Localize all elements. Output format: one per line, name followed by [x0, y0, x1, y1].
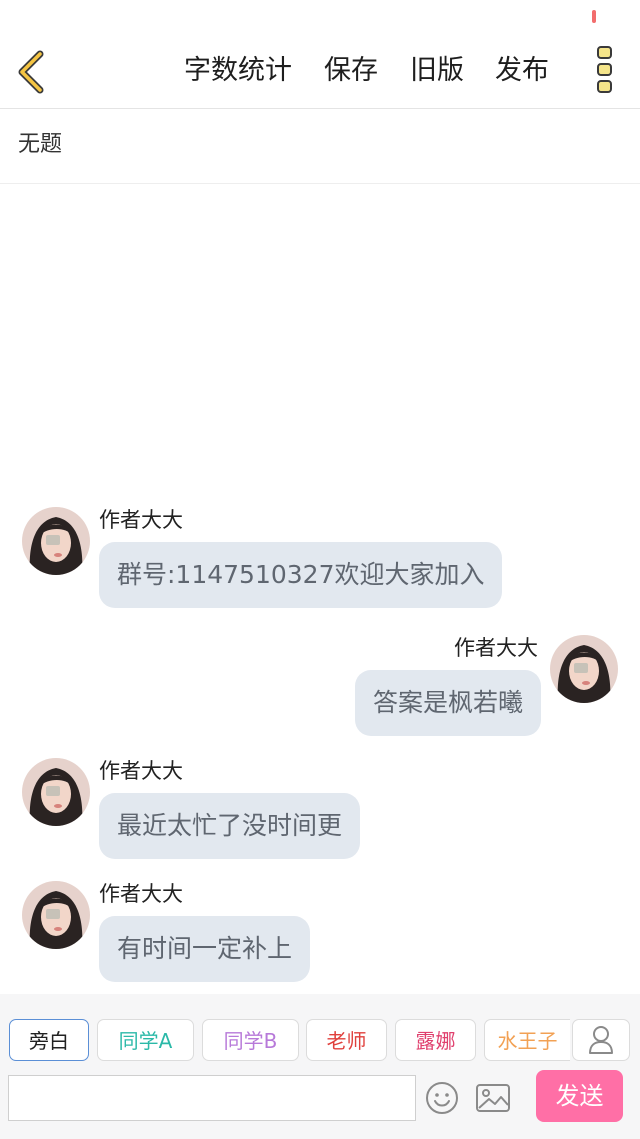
smiley-icon — [426, 1082, 458, 1114]
back-button[interactable] — [12, 50, 52, 94]
role-tag-water-prince[interactable]: 水王子 — [484, 1019, 570, 1061]
add-role-button[interactable] — [572, 1019, 630, 1061]
top-navigation-bar: 字数统计 保存 旧版 发布 — [0, 28, 640, 109]
message-input[interactable] — [8, 1075, 416, 1121]
role-tag-teacher[interactable]: 老师 — [306, 1019, 387, 1061]
author-avatar[interactable] — [550, 635, 618, 703]
publish-button[interactable]: 发布 — [495, 52, 549, 90]
message-sender: 作者大大 — [454, 636, 538, 660]
story-title: 无题 — [18, 132, 63, 157]
message-sender: 作者大大 — [99, 882, 183, 906]
role-tag-classmate-a[interactable]: 同学A — [97, 1019, 194, 1061]
composer-bar: 旁白 同学A 同学B 老师 露娜 水王子 发送 — [0, 994, 640, 1139]
word-count-button[interactable]: 字数统计 — [184, 52, 292, 90]
role-tag-narrator[interactable]: 旁白 — [9, 1019, 89, 1061]
author-photo — [22, 881, 90, 949]
send-button[interactable]: 发送 — [536, 1070, 623, 1122]
role-tag-luna[interactable]: 露娜 — [395, 1019, 476, 1061]
message-bubble[interactable]: 最近太忙了没时间更 — [99, 793, 361, 859]
image-button[interactable] — [475, 1082, 511, 1114]
status-indicator — [592, 10, 596, 23]
author-avatar[interactable] — [22, 881, 90, 949]
chat-message-list[interactable]: 作者大大 群号:1147510327欢迎大家加入 作者大大 答案是枫若曦 作者大… — [0, 184, 640, 994]
message-sender: 作者大大 — [99, 759, 183, 783]
chevron-left-icon — [18, 50, 44, 94]
emoji-button[interactable] — [424, 1080, 460, 1116]
author-avatar[interactable] — [22, 758, 90, 826]
message-bubble[interactable]: 群号:1147510327欢迎大家加入 — [99, 542, 503, 608]
person-icon — [589, 1026, 613, 1054]
more-vertical-icon — [597, 46, 612, 93]
more-menu-button[interactable] — [594, 44, 616, 96]
save-button[interactable]: 保存 — [324, 52, 378, 90]
author-photo — [550, 635, 618, 703]
message-sender: 作者大大 — [99, 508, 183, 532]
author-photo — [22, 758, 90, 826]
message-bubble[interactable]: 答案是枫若曦 — [354, 670, 541, 736]
message-bubble[interactable]: 有时间一定补上 — [99, 916, 311, 982]
author-avatar[interactable] — [22, 507, 90, 575]
editor-screen: 字数统计 保存 旧版 发布 无题 作者大大 群号:1147510327欢迎大家加… — [0, 0, 640, 1139]
story-title-row[interactable]: 无题 — [0, 109, 640, 184]
image-icon — [476, 1084, 510, 1112]
author-photo — [22, 507, 90, 575]
role-tag-classmate-b[interactable]: 同学B — [202, 1019, 299, 1061]
old-version-button[interactable]: 旧版 — [410, 52, 464, 90]
